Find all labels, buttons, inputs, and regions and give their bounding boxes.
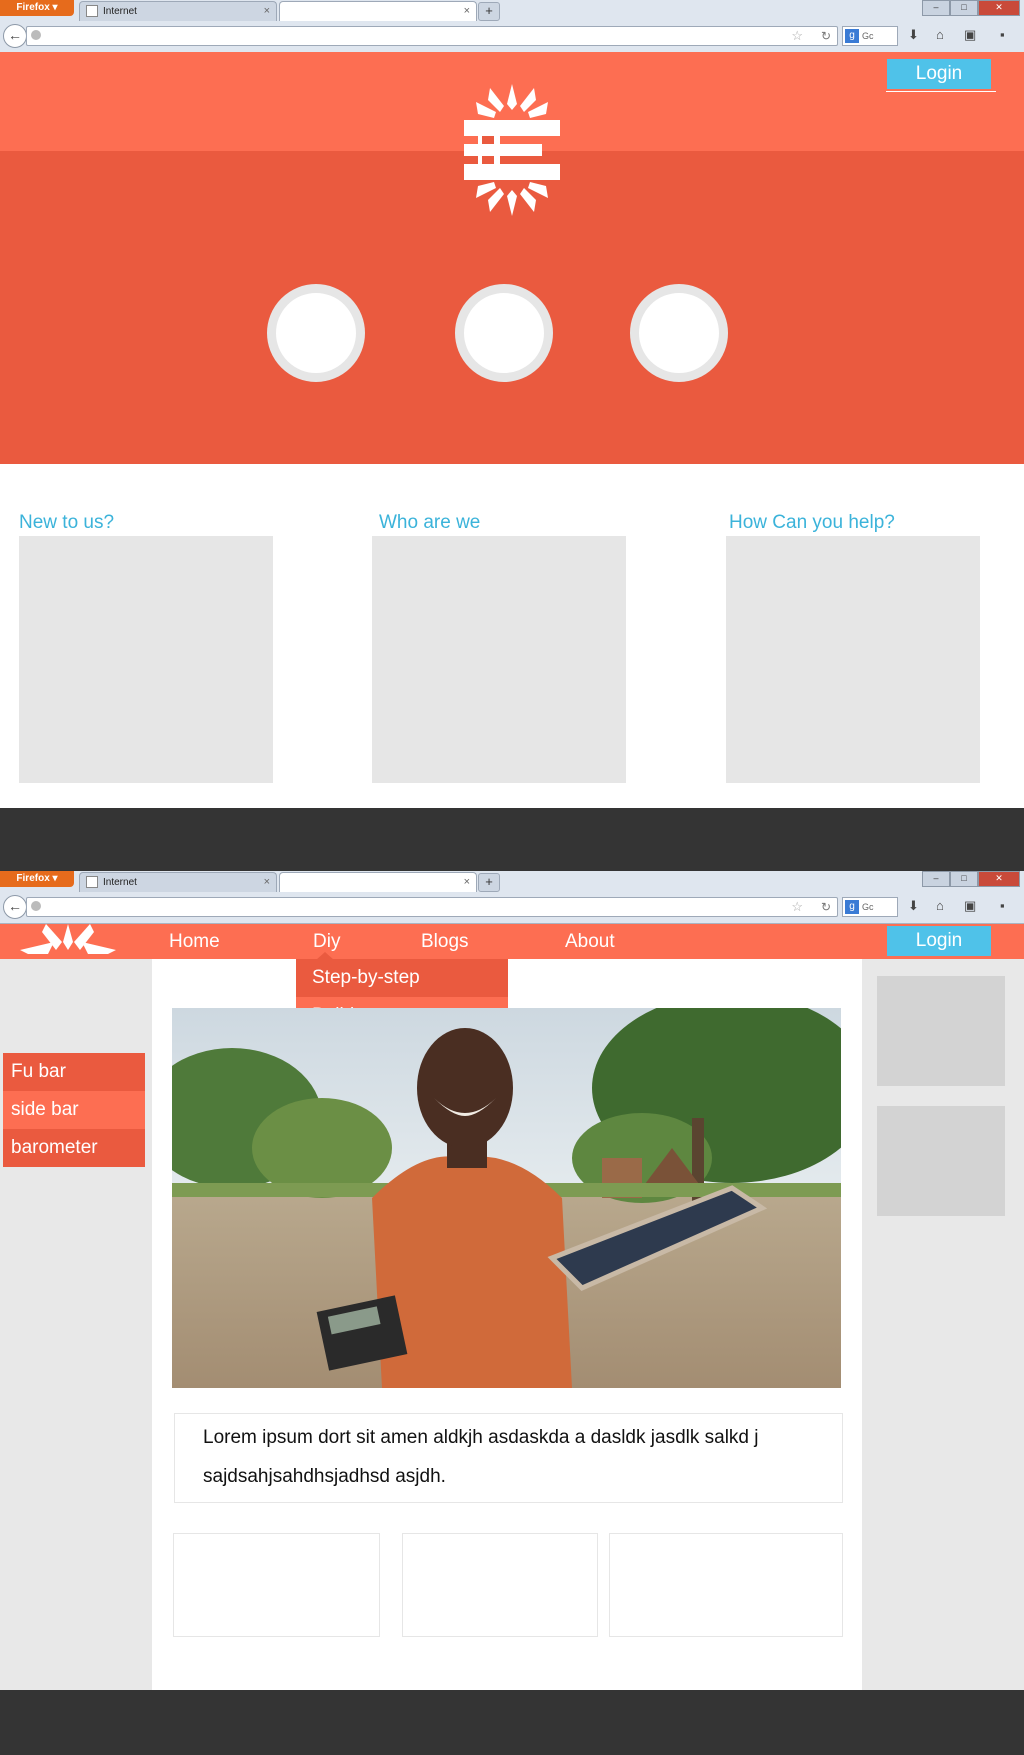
bookmarks-icon[interactable]: ▣ bbox=[964, 897, 976, 915]
section-title-who: Who are we bbox=[379, 512, 481, 533]
right-sidebar-box-2 bbox=[877, 1106, 1005, 1216]
page-icon bbox=[86, 5, 98, 18]
tab-internet[interactable]: Internet × bbox=[79, 1, 277, 21]
logo-icon bbox=[464, 84, 560, 216]
footer-band bbox=[0, 1690, 1024, 1755]
close-tab-icon[interactable]: × bbox=[464, 2, 470, 21]
google-icon: g bbox=[845, 900, 859, 914]
login-underline bbox=[886, 91, 996, 92]
firefox-menu-button[interactable]: Firefox ▾ bbox=[0, 0, 74, 16]
hero-photo bbox=[172, 1008, 841, 1388]
search-box[interactable]: g Gc bbox=[842, 26, 898, 46]
download-icon[interactable]: ⬇ bbox=[908, 897, 919, 915]
window-controls: – □ ✕ bbox=[922, 871, 1020, 887]
content-card-2[interactable] bbox=[402, 1533, 598, 1637]
globe-icon bbox=[31, 901, 41, 911]
tab-internet[interactable]: Internet × bbox=[79, 872, 277, 892]
star-icon[interactable]: ☆ bbox=[791, 27, 803, 45]
browser-chrome-top: Firefox ▾ Internet × × + – □ ✕ ← ☆ ↻ g Gc… bbox=[0, 0, 1024, 53]
new-tab-button[interactable]: + bbox=[478, 2, 500, 21]
close-tab-icon[interactable]: × bbox=[264, 2, 270, 21]
section-title-new: New to us? bbox=[19, 512, 115, 533]
tab-active[interactable]: × bbox=[279, 872, 477, 892]
maximize-icon[interactable]: □ bbox=[950, 0, 978, 16]
close-tab-icon[interactable]: × bbox=[264, 873, 270, 892]
left-sidebar-menu: Fu bar side bar barometer bbox=[3, 1053, 145, 1167]
page-icon bbox=[86, 876, 98, 889]
article-text-box: Lorem ipsum dort sit amen aldkjh asdaskd… bbox=[174, 1413, 843, 1503]
minimize-icon[interactable]: – bbox=[922, 0, 950, 16]
maximize-icon[interactable]: □ bbox=[950, 871, 978, 887]
sidebar-item-fu-bar[interactable]: Fu bar bbox=[3, 1053, 145, 1091]
home-icon[interactable]: ⌂ bbox=[936, 26, 944, 44]
placeholder-box-who bbox=[372, 536, 626, 783]
nav-about[interactable]: About bbox=[565, 924, 615, 959]
feature-circle-1[interactable] bbox=[267, 284, 365, 382]
reload-icon[interactable]: ↻ bbox=[821, 27, 831, 45]
feature-circle-2[interactable] bbox=[455, 284, 553, 382]
reload-icon[interactable]: ↻ bbox=[821, 898, 831, 916]
window-controls: – □ ✕ bbox=[922, 0, 1020, 16]
section-title-help: How Can you help? bbox=[729, 512, 895, 533]
tab-active[interactable]: × bbox=[279, 1, 477, 21]
close-tab-icon[interactable]: × bbox=[464, 873, 470, 892]
logo-icon[interactable] bbox=[18, 924, 118, 956]
nav-toolbar: ← ☆ ↻ g Gc ⬇ ⌂ ▣ ▪ bbox=[0, 21, 1024, 49]
sidebar-item-barometer[interactable]: barometer bbox=[3, 1129, 145, 1167]
nav-blogs[interactable]: Blogs bbox=[421, 924, 469, 959]
feature-circle-3[interactable] bbox=[630, 284, 728, 382]
bookmarks-icon[interactable]: ▣ bbox=[964, 26, 976, 44]
close-window-icon[interactable]: ✕ bbox=[978, 0, 1020, 16]
nav-toolbar: ← ☆ ↻ g Gc ⬇ ⌂ ▣ ▪ bbox=[0, 892, 1024, 920]
minimize-icon[interactable]: – bbox=[922, 871, 950, 887]
article-paragraph: Lorem ipsum dort sit amen aldkjh asdaskd… bbox=[203, 1427, 759, 1487]
back-arrow-icon[interactable]: ← bbox=[3, 895, 27, 919]
download-icon[interactable]: ⬇ bbox=[908, 26, 919, 44]
globe-icon bbox=[31, 30, 41, 40]
addon-icon[interactable]: ▪ bbox=[1000, 897, 1005, 915]
content-card-3[interactable] bbox=[609, 1533, 843, 1637]
main-nav-bar: Home Diy Blogs About Login bbox=[0, 924, 1024, 959]
url-bar[interactable]: ☆ ↻ bbox=[26, 26, 838, 46]
login-button[interactable]: Login bbox=[887, 926, 991, 956]
firefox-menu-button[interactable]: Firefox ▾ bbox=[0, 871, 74, 887]
nav-home[interactable]: Home bbox=[169, 924, 220, 959]
placeholder-box-new bbox=[19, 536, 273, 783]
addon-icon[interactable]: ▪ bbox=[1000, 26, 1005, 44]
new-tab-button[interactable]: + bbox=[478, 873, 500, 892]
placeholder-box-help bbox=[726, 536, 980, 783]
url-bar[interactable]: ☆ ↻ bbox=[26, 897, 838, 917]
dropdown-item-step-by-step[interactable]: Step-by-step bbox=[296, 959, 508, 997]
star-icon[interactable]: ☆ bbox=[791, 898, 803, 916]
browser-chrome-bottom: Firefox ▾ Internet × × + – □ ✕ ← ☆ ↻ g Gc… bbox=[0, 871, 1024, 924]
home-icon[interactable]: ⌂ bbox=[936, 897, 944, 915]
back-arrow-icon[interactable]: ← bbox=[3, 24, 27, 48]
content-card-1[interactable] bbox=[173, 1533, 380, 1637]
right-sidebar-box-1 bbox=[877, 976, 1005, 1086]
google-icon: g bbox=[845, 29, 859, 43]
login-button[interactable]: Login bbox=[887, 59, 991, 89]
sidebar-item-side-bar[interactable]: side bar bbox=[3, 1091, 145, 1129]
close-window-icon[interactable]: ✕ bbox=[978, 871, 1020, 887]
search-box[interactable]: g Gc bbox=[842, 897, 898, 917]
